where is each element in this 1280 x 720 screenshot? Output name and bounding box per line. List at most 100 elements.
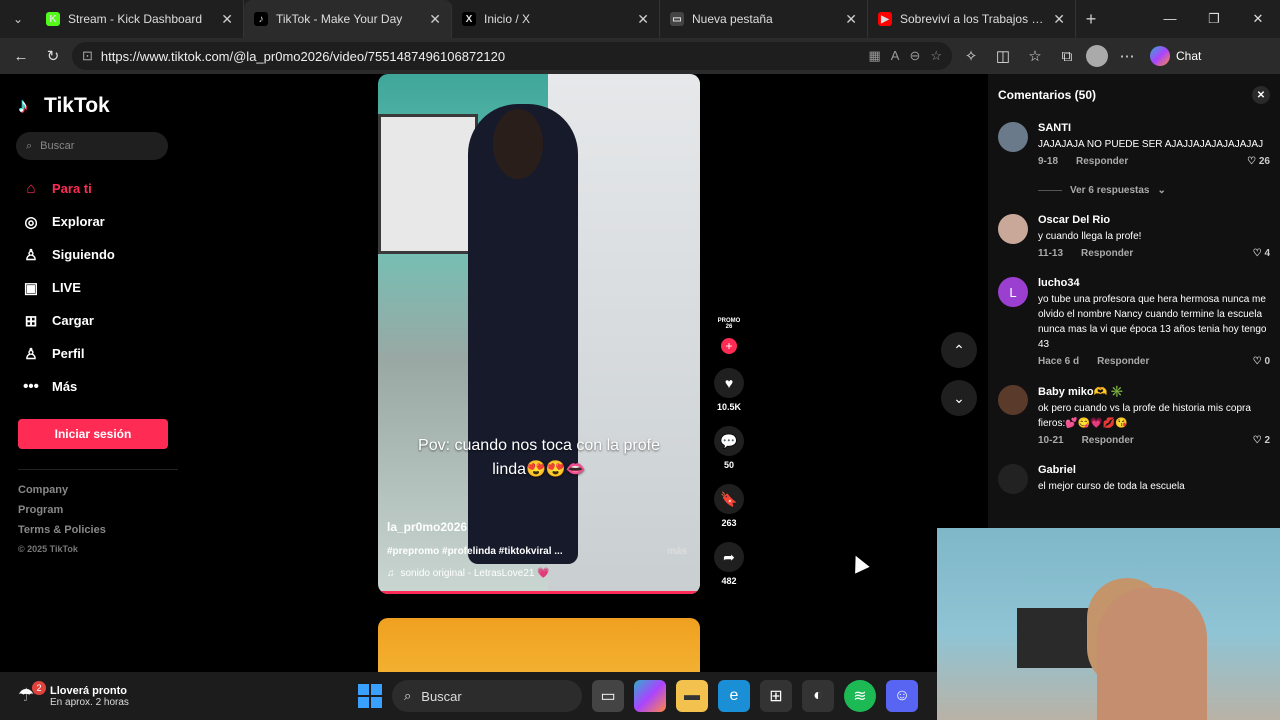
nav-label: Explorar	[52, 214, 105, 229]
nav-item-5[interactable]: ♙ Perfil	[18, 337, 182, 370]
site-info-icon[interactable]: ⊡	[82, 48, 93, 64]
tiktok-logo[interactable]: ♪ TikTok	[18, 94, 182, 118]
split-screen-icon[interactable]: ◫	[990, 43, 1016, 69]
back-icon[interactable]: ←	[8, 43, 34, 69]
nav-item-3[interactable]: ▣ LIVE	[18, 271, 182, 304]
heart-icon[interactable]: ♥	[714, 368, 744, 398]
video-sound[interactable]: ♫ sonido original - LetrasLove21 💗	[387, 568, 550, 579]
nav-item-1[interactable]: ◎ Explorar	[18, 205, 182, 238]
chevron-up-icon[interactable]: ⌃	[941, 332, 977, 368]
video-username[interactable]: la_pr0mo2026	[387, 520, 467, 534]
close-tab-icon[interactable]: ✕	[845, 11, 857, 28]
maximize-icon[interactable]: ❐	[1192, 11, 1236, 27]
hashtags-text[interactable]: #prepromo #profelinda #tiktokviral ...	[387, 546, 563, 557]
comment-icon[interactable]: 💬	[714, 426, 744, 456]
close-icon[interactable]: ✕	[1252, 86, 1270, 104]
comment-username[interactable]: Baby miko🫶 ✳️	[1038, 385, 1270, 398]
file-explorer-icon[interactable]: ▬	[676, 680, 708, 712]
share-icon[interactable]: ➦	[714, 542, 744, 572]
app-install-icon[interactable]: ▦	[868, 48, 880, 64]
close-tab-icon[interactable]: ✕	[429, 11, 441, 28]
video-player[interactable]: Pov: cuando nos toca con la profe linda😍…	[378, 74, 700, 594]
comment-username[interactable]: Gabriel	[1038, 464, 1270, 476]
comment-like[interactable]: ♡ 26	[1247, 156, 1270, 167]
spotify-icon[interactable]: ≋	[844, 680, 876, 712]
window-controls: — ❐ ✕	[1148, 11, 1280, 27]
store-icon[interactable]: ⊞	[760, 680, 792, 712]
comment-avatar[interactable]	[998, 214, 1028, 244]
task-view-icon[interactable]: ▭	[592, 680, 624, 712]
tab-3[interactable]: ▭ Nueva pestaña ✕	[660, 0, 868, 38]
address-bar[interactable]: ⊡ https://www.tiktok.com/@la_pr0mo2026/v…	[72, 42, 952, 70]
reply-button[interactable]: Responder	[1082, 435, 1134, 446]
favorite-star-icon[interactable]: ☆	[930, 48, 942, 64]
save-action[interactable]: 🔖 263	[708, 484, 750, 528]
comment-action[interactable]: 💬 50	[708, 426, 750, 470]
share-action[interactable]: ➦ 482	[708, 542, 750, 586]
discord-icon[interactable]: ☺	[886, 680, 918, 712]
profile-avatar[interactable]	[1086, 45, 1108, 67]
nav-item-2[interactable]: ♙ Siguiendo	[18, 238, 182, 271]
reply-button[interactable]: Responder	[1076, 156, 1128, 167]
comment-avatar[interactable]	[998, 464, 1028, 494]
copilot-app-icon[interactable]	[634, 680, 666, 712]
like-action[interactable]: ♥ 10.5K	[708, 368, 750, 412]
chevron-down-icon[interactable]: ⌄	[941, 380, 977, 416]
bookmark-icon[interactable]: 🔖	[714, 484, 744, 514]
follow-plus-icon[interactable]: +	[721, 338, 737, 354]
youtube-icon: ▶	[878, 12, 892, 26]
comment-avatar[interactable]: L	[998, 277, 1028, 307]
collections-icon[interactable]: ⧉	[1054, 43, 1080, 69]
comment-item: SANTI JAJAJAJA NO PUEDE SER AJAJJAJAJAJA…	[998, 122, 1270, 167]
comment-username[interactable]: SANTI	[1038, 122, 1270, 134]
reply-button[interactable]: Responder	[1081, 248, 1133, 259]
edge-icon[interactable]: e	[718, 680, 750, 712]
more-link[interactable]: más	[667, 546, 687, 557]
close-tab-icon[interactable]: ✕	[221, 11, 233, 28]
new-tab-button[interactable]: +	[1076, 9, 1106, 30]
next-video-preview[interactable]	[378, 618, 700, 672]
search-input[interactable]: ⌕ Buscar	[16, 132, 168, 160]
view-replies-button[interactable]: Ver 6 respuestas ⌄	[1038, 185, 1270, 196]
mouse-cursor	[848, 552, 870, 574]
footer-link-program[interactable]: Program	[18, 504, 182, 524]
translate-icon[interactable]: A	[891, 48, 900, 64]
comment-username[interactable]: lucho34	[1038, 277, 1270, 289]
reply-button[interactable]: Responder	[1097, 356, 1149, 367]
footer-link-terms[interactable]: Terms & Policies	[18, 524, 182, 544]
comment-username[interactable]: Oscar Del Rio	[1038, 214, 1270, 226]
login-button[interactable]: Iniciar sesión	[18, 419, 168, 449]
nav-item-0[interactable]: ⌂ Para ti	[18, 172, 182, 205]
close-tab-icon[interactable]: ✕	[637, 11, 649, 28]
copilot-icon	[1150, 46, 1170, 66]
comment-like[interactable]: ♡ 0	[1253, 356, 1270, 367]
tab-2[interactable]: X Inicio / X ✕	[452, 0, 660, 38]
minimize-icon[interactable]: —	[1148, 11, 1192, 27]
app-icon[interactable]: ◐	[802, 680, 834, 712]
tab-actions-menu-icon[interactable]: ⌄	[0, 0, 36, 38]
footer-link-company[interactable]: Company	[18, 484, 182, 504]
video-progress-bar[interactable]	[378, 591, 700, 594]
taskbar-search[interactable]: ⌕ Buscar	[392, 680, 582, 712]
tab-4[interactable]: ▶ Sobreviví a los Trabajos Mas Pe ✕	[868, 0, 1076, 38]
comment-avatar[interactable]	[998, 385, 1028, 415]
comment-like[interactable]: ♡ 4	[1253, 248, 1270, 259]
tab-0[interactable]: K Stream - Kick Dashboard ✕	[36, 0, 244, 38]
creator-avatar[interactable]: PROMO 26	[714, 318, 744, 330]
weather-widget[interactable]: ☂ 2 Lloverá pronto En aprox. 2 horas	[0, 681, 129, 708]
refresh-icon[interactable]: ↻	[40, 43, 66, 69]
close-window-icon[interactable]: ✕	[1236, 11, 1280, 27]
close-tab-icon[interactable]: ✕	[1053, 11, 1065, 28]
favorites-icon[interactable]: ☆	[1022, 43, 1048, 69]
tab-1[interactable]: ♪ TikTok - Make Your Day ✕	[244, 0, 452, 38]
windows-start-icon[interactable]	[358, 684, 382, 708]
nav-item-6[interactable]: ••• Más	[18, 370, 182, 403]
share-count: 482	[721, 576, 737, 586]
settings-more-icon[interactable]: ⋯	[1114, 43, 1140, 69]
comment-like[interactable]: ♡ 2	[1253, 435, 1270, 446]
copilot-chat-button[interactable]: Chat	[1150, 46, 1201, 66]
zoom-icon[interactable]: ⊖	[909, 48, 920, 64]
comment-avatar[interactable]	[998, 122, 1028, 152]
extensions-icon[interactable]: ✧	[958, 43, 984, 69]
nav-item-4[interactable]: ⊞ Cargar	[18, 304, 182, 337]
